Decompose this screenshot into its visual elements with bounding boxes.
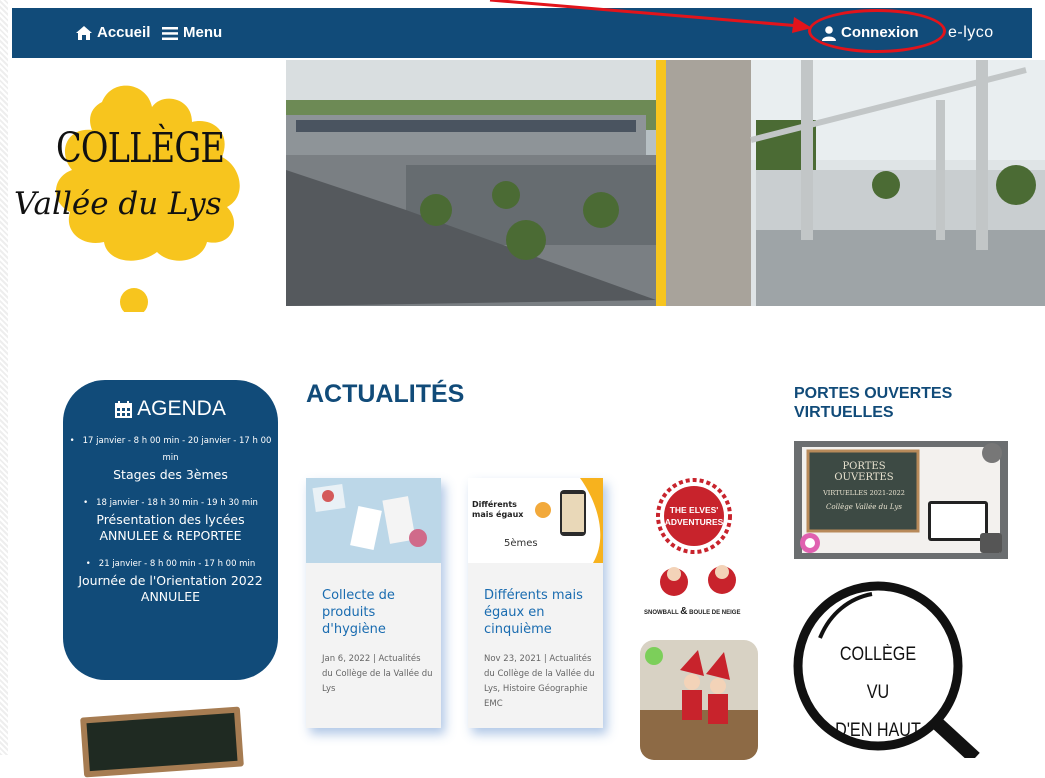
logo-title: COLLÈGE <box>56 124 225 172</box>
elves-adventures-poster[interactable]: THE ELVES' ADVENTURES SNOWBALL & BOULE D… <box>640 478 770 626</box>
page-edge <box>0 0 8 755</box>
agenda-event-name: Présentation des lycées ANNULEE & REPORT… <box>96 512 245 543</box>
elves-title-line1: THE ELVES' <box>669 505 719 515</box>
news-card-meta: Nov 23, 2021 | Actualités du Collège de … <box>484 654 595 709</box>
college-logo[interactable]: COLLÈGE Vallée du Lys <box>12 60 284 312</box>
news-card-image-sub: 5èmes <box>504 538 538 549</box>
agenda-event[interactable]: 17 janvier - 8 h 00 min - 20 janvier - 1… <box>63 433 278 483</box>
agenda-event-name: Stages des 3èmes <box>113 467 228 482</box>
open-house-video-thumbnail[interactable]: PORTES OUVERTES VIRTUELLES 2021-2022 Col… <box>794 441 1008 559</box>
elves-caption-right: BOULE DE NEIGE <box>689 610 741 616</box>
agenda-event-date: 17 janvier - 8 h 00 min - 20 janvier - 1… <box>69 433 272 467</box>
calendar-icon <box>115 400 133 418</box>
agenda-title: AGENDA <box>63 397 278 421</box>
open-house-title: PORTES OUVERTES VIRTUELLES <box>794 385 953 421</box>
news-card-image-text: Différents mais égaux <box>472 500 524 519</box>
news-card-meta: Jan 6, 2022 | Actualités du Collège de l… <box>322 654 433 694</box>
news-card[interactable]: Collecte de produits d'hygiène Jan 6, 20… <box>306 478 441 728</box>
agenda-title-label: AGENDA <box>137 397 226 420</box>
magnifier-line1: COLLÈGE VU <box>839 644 917 703</box>
open-house-thumb-line2: VIRTUELLES 2021-2022 <box>823 489 905 497</box>
school-photo-banner <box>286 60 1045 306</box>
elves-caption-left: SNOWBALL <box>644 610 679 616</box>
agenda-event[interactable]: 21 janvier - 8 h 00 min - 17 h 00 min Jo… <box>63 556 278 605</box>
elves-photo[interactable] <box>640 640 758 760</box>
agenda-event-date: 21 janvier - 8 h 00 min - 17 h 00 min <box>69 556 272 573</box>
agenda-event[interactable]: 18 janvier - 18 h 30 min - 19 h 30 min P… <box>63 495 278 544</box>
agenda-widget: AGENDA 17 janvier - 8 h 00 min - 20 janv… <box>63 380 278 680</box>
logo-subtitle: Vallée du Lys <box>14 186 222 222</box>
agenda-event-date: 18 janvier - 18 h 30 min - 19 h 30 min <box>69 495 272 512</box>
college-from-above-link[interactable]: COLLÈGE VU D'EN HAUT <box>790 578 1030 764</box>
open-house-thumb-line3: Collège Vallée du Lys <box>826 503 902 511</box>
agenda-event-name: Journée de l'Orientation 2022 ANNULEE <box>78 573 263 604</box>
elves-title-line2: ADVENTURES <box>664 517 724 527</box>
news-section-title: ACTUALITÉS <box>306 380 465 408</box>
news-card-image: Différents mais égaux 5èmes <box>468 478 603 563</box>
news-card[interactable]: Différents mais égaux 5èmes Différents m… <box>468 478 603 728</box>
annotation-circle <box>808 9 946 53</box>
elves-caption-amp: & <box>680 606 688 617</box>
open-house-thumb-line1: PORTES OUVERTES <box>834 461 894 483</box>
news-card-title[interactable]: Différents mais égaux en cinquième <box>468 563 603 638</box>
news-card-title[interactable]: Collecte de produits d'hygiène <box>306 563 441 638</box>
magnifier-line2: D'EN HAUT <box>835 720 921 741</box>
blackboard-image <box>80 706 244 778</box>
news-card-image <box>306 478 441 563</box>
